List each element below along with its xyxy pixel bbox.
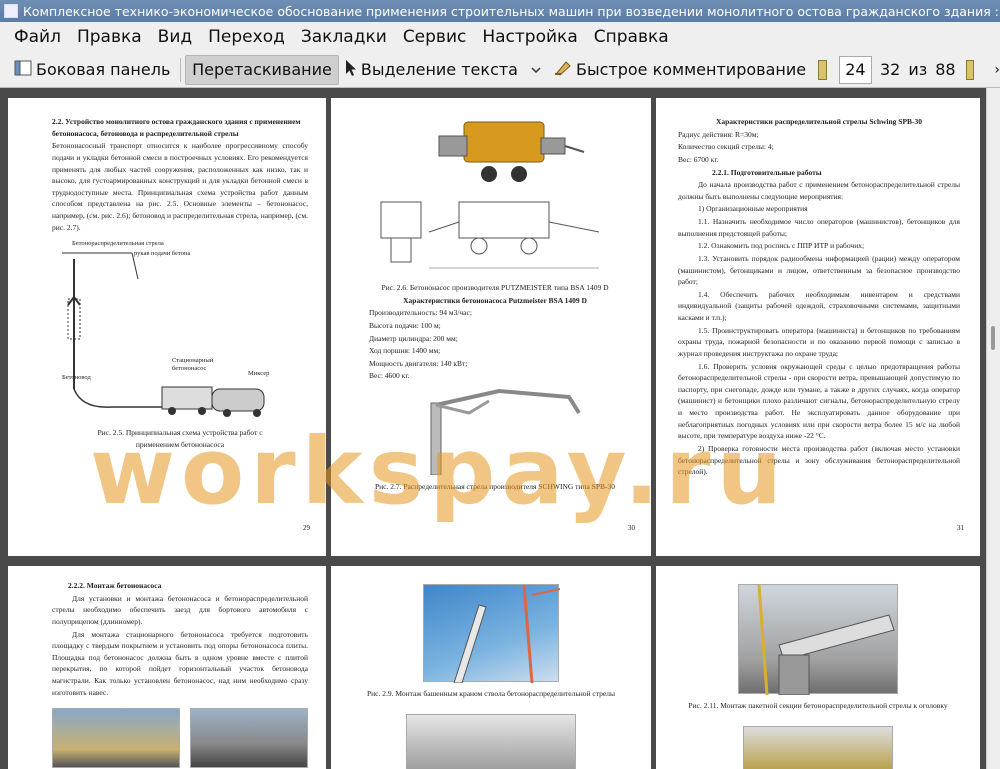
page-34-photo-2 — [743, 725, 893, 769]
pump-spec-2: Высота подачи: 100 м; — [369, 320, 441, 330]
total-pages-label: 88 — [935, 60, 956, 79]
quick-annotation-label: Быстрое комментирование — [575, 60, 807, 79]
sidebar-icon — [14, 60, 32, 80]
boom-section-drawing — [757, 584, 895, 696]
text-select-tool-button[interactable]: Выделение текста — [339, 55, 524, 85]
sidebar-toggle-label: Боковая панель — [36, 60, 171, 79]
pump-spec-5: Мощность двигателя: 140 кВт; — [369, 358, 468, 368]
page-32-paragraph-2: Для монтажа стационарного бетононасоса т… — [52, 629, 308, 697]
page-29-heading: 2.2. Устройство монолитного остова гражд… — [52, 117, 301, 138]
boom-spec-1: Радиус действия: R=30м; — [678, 129, 759, 139]
page-30-figure1-caption: Рис. 2.6. Бетононасос производителя PUTZ… — [381, 283, 609, 292]
page-32-paragraph-1: Для установки и монтажа бетононасоса и б… — [52, 593, 308, 626]
boom-spec-3: Вес: 6700 кг. — [678, 154, 719, 164]
toolbar-overflow-icon[interactable]: › — [994, 62, 1000, 78]
menu-tools[interactable]: Сервис — [395, 27, 475, 47]
page-32-photo-2 — [189, 708, 308, 769]
menu-bookmarks[interactable]: Закладки — [293, 27, 395, 47]
annotation-dropdown-button[interactable] — [524, 55, 548, 85]
page-31-item-1: 1.1. Назначить необходимое число операто… — [678, 217, 960, 238]
boom-drawing — [430, 388, 581, 476]
next-page-icon[interactable] — [965, 59, 975, 80]
menu-view[interactable]: Вид — [150, 27, 200, 47]
drag-tool-button[interactable]: Перетаскивание — [185, 54, 339, 85]
page-29-number: 29 — [303, 524, 310, 533]
page-31-item-3: 1.3. Установить порядок радиообмена инфо… — [678, 253, 960, 287]
toolbar-separator — [180, 57, 182, 82]
text-select-tool-label: Выделение текста — [360, 60, 518, 79]
previous-page-icon[interactable] — [818, 59, 827, 80]
cursor-icon — [345, 59, 357, 81]
page-33-photo-2 — [406, 713, 576, 769]
page-31-intro: До начала производства работ с применени… — [678, 180, 960, 201]
chevron-down-icon — [530, 60, 542, 79]
concrete-pump-photo — [369, 112, 621, 190]
menu-bar: Файл Правка Вид Переход Закладки Сервис … — [0, 22, 1000, 52]
pump-technical-drawing — [380, 201, 600, 269]
vertical-scrollbar[interactable] — [986, 88, 1000, 769]
page-29-paragraph: Бетононасосный транспорт относится к наи… — [52, 141, 308, 232]
page-31-item-4: 1.4. Обеспечить рабочих необходимым инве… — [678, 289, 960, 322]
menu-help[interactable]: Справка — [586, 27, 677, 47]
page-30-figure2-caption: Рис. 2.7. Распределительная стрела произ… — [374, 482, 615, 491]
of-label: из — [908, 60, 928, 79]
page-number-label: 32 — [879, 60, 901, 79]
pump-photo-drawing — [438, 121, 585, 182]
page-31-number: 31 — [957, 524, 964, 533]
page-29-figure-caption: Рис. 2.5. Принципиальная схема устройств… — [97, 428, 263, 449]
page-31-subheading: 2.2.1. Подготовительные работы — [712, 167, 822, 177]
pump-spec-4: Ход поршня: 1400 мм; — [369, 346, 441, 356]
page-30: Рис. 2.6. Бетононасос производителя PUTZ… — [331, 98, 651, 556]
window-titlebar: Комплексное технико-экономическое обосно… — [0, 0, 1000, 22]
page-33-figure-caption: Рис. 2.9. Монтаж башенным краном ствола … — [366, 689, 615, 698]
page-34-photo — [738, 584, 898, 696]
concrete-pump-drawing — [369, 192, 621, 278]
page-31-item-6: 1.6. Проверить условия окружающей среды … — [678, 361, 960, 441]
page-31-item-7: 2) Проверка готовности места производств… — [678, 443, 960, 477]
pump-spec-1: Производительность: 94 м3/час; — [369, 308, 472, 318]
page-33-photo — [423, 584, 561, 684]
scrollbar-thumb[interactable] — [991, 326, 995, 350]
scheme-drawing — [62, 252, 265, 418]
page-32-heading: 2.2.2. Монтаж бетононасоса — [68, 581, 162, 590]
document-viewport[interactable]: 2.2. Устройство монолитного остова гражд… — [0, 88, 986, 769]
page-33: Рис. 2.9. Монтаж башенным краном ствола … — [331, 566, 651, 769]
page-31-heading: Характеристики распределительной стрелы … — [715, 117, 923, 126]
menu-go[interactable]: Переход — [200, 27, 293, 47]
page-34-figure-caption: Рис. 2.11. Монтаж пакетной секции бетоно… — [688, 701, 948, 710]
pump-spec-6: Вес: 4600 кг. — [369, 371, 410, 381]
label-mixer: Миксер — [248, 370, 270, 378]
page-31-list-title: 1) Организационные мероприятия — [698, 204, 808, 214]
page-32: 2.2.2. Монтаж бетононасоса Для установки… — [8, 566, 326, 769]
label-concrete-line: Бетоновод — [62, 374, 91, 382]
page-31-item-2: 1.2. Ознакомить под роспись с ППР ИТР и … — [698, 241, 865, 251]
toolbar: Боковая панель Перетаскивание Выделение … — [0, 52, 1000, 88]
menu-edit[interactable]: Правка — [69, 27, 150, 47]
quick-annotation-button[interactable]: Быстрое комментирование — [548, 55, 812, 85]
menu-settings[interactable]: Настройка — [474, 27, 585, 47]
window-title: Комплексное технико-экономическое обосно… — [23, 3, 1000, 19]
tower-crane-drawing — [453, 584, 561, 684]
highlighter-icon — [554, 60, 572, 80]
boom-spec-2: Количество секций стрелы: 4; — [678, 142, 774, 152]
drag-tool-label: Перетаскивание — [192, 60, 332, 79]
page-30-number: 30 — [628, 524, 635, 533]
concrete-pump-scheme-figure: Бетонораспределительная стрела рукав под… — [52, 239, 308, 419]
app-icon — [4, 4, 18, 18]
current-page-input[interactable]: 24 — [838, 55, 872, 84]
page-31: Характеристики распределительной стрелы … — [656, 98, 980, 556]
pump-spec-3: Диаметр цилиндра: 200 мм; — [369, 333, 458, 343]
label-distribution-boom: Бетонораспределительная стрела — [72, 240, 164, 248]
label-stationary-pump: Стационарный бетононасос — [172, 357, 214, 373]
page-34: Рис. 2.11. Монтаж пакетной секции бетоно… — [656, 566, 980, 769]
page-32-photo-1 — [52, 708, 180, 769]
label-concrete-hose: рукав подачи бетона — [134, 250, 191, 258]
sidebar-toggle-button[interactable]: Боковая панель — [8, 55, 176, 85]
page-30-heading: Характеристики бетононасоса Putzmeister … — [403, 295, 587, 305]
page-29: 2.2. Устройство монолитного остова гражд… — [8, 98, 326, 556]
menu-file[interactable]: Файл — [6, 27, 69, 47]
page-31-item-5: 1.5. Проинструктировать оператора (машин… — [678, 325, 960, 358]
distribution-boom-photo — [369, 383, 621, 476]
